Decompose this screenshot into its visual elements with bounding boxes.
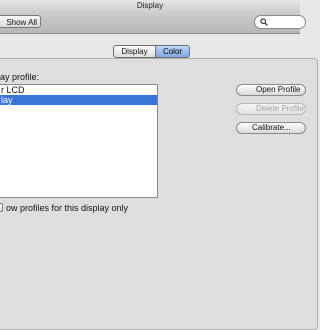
profile-list-item-selected[interactable]: lay [0,95,157,105]
toolbar: Show All [0,11,306,34]
profile-list-item[interactable]: r LCD [0,85,157,95]
search-field[interactable] [254,15,306,29]
search-icon [260,18,268,26]
window-title: Display [136,1,164,10]
calibrate-button[interactable]: Calibrate... [236,122,306,134]
profile-list[interactable]: r LCD lay [0,84,158,198]
delete-profile-button[interactable]: Delete Profile [236,103,306,115]
tab-bar: Display Color [113,45,190,58]
show-all-button[interactable]: Show All [0,15,41,28]
search-input[interactable] [269,17,303,27]
display-profile-label: ay profile: [0,72,40,82]
show-profiles-label: ow profiles for this display only [6,202,129,213]
open-profile-button[interactable]: Open Profile [236,84,306,96]
show-profiles-option[interactable]: ow profiles for this display only [0,202,128,213]
show-profiles-checkbox[interactable] [0,203,3,212]
window-titlebar: Display [0,0,300,11]
tab-color[interactable]: Color [156,46,189,57]
tab-display[interactable]: Display [114,46,156,57]
